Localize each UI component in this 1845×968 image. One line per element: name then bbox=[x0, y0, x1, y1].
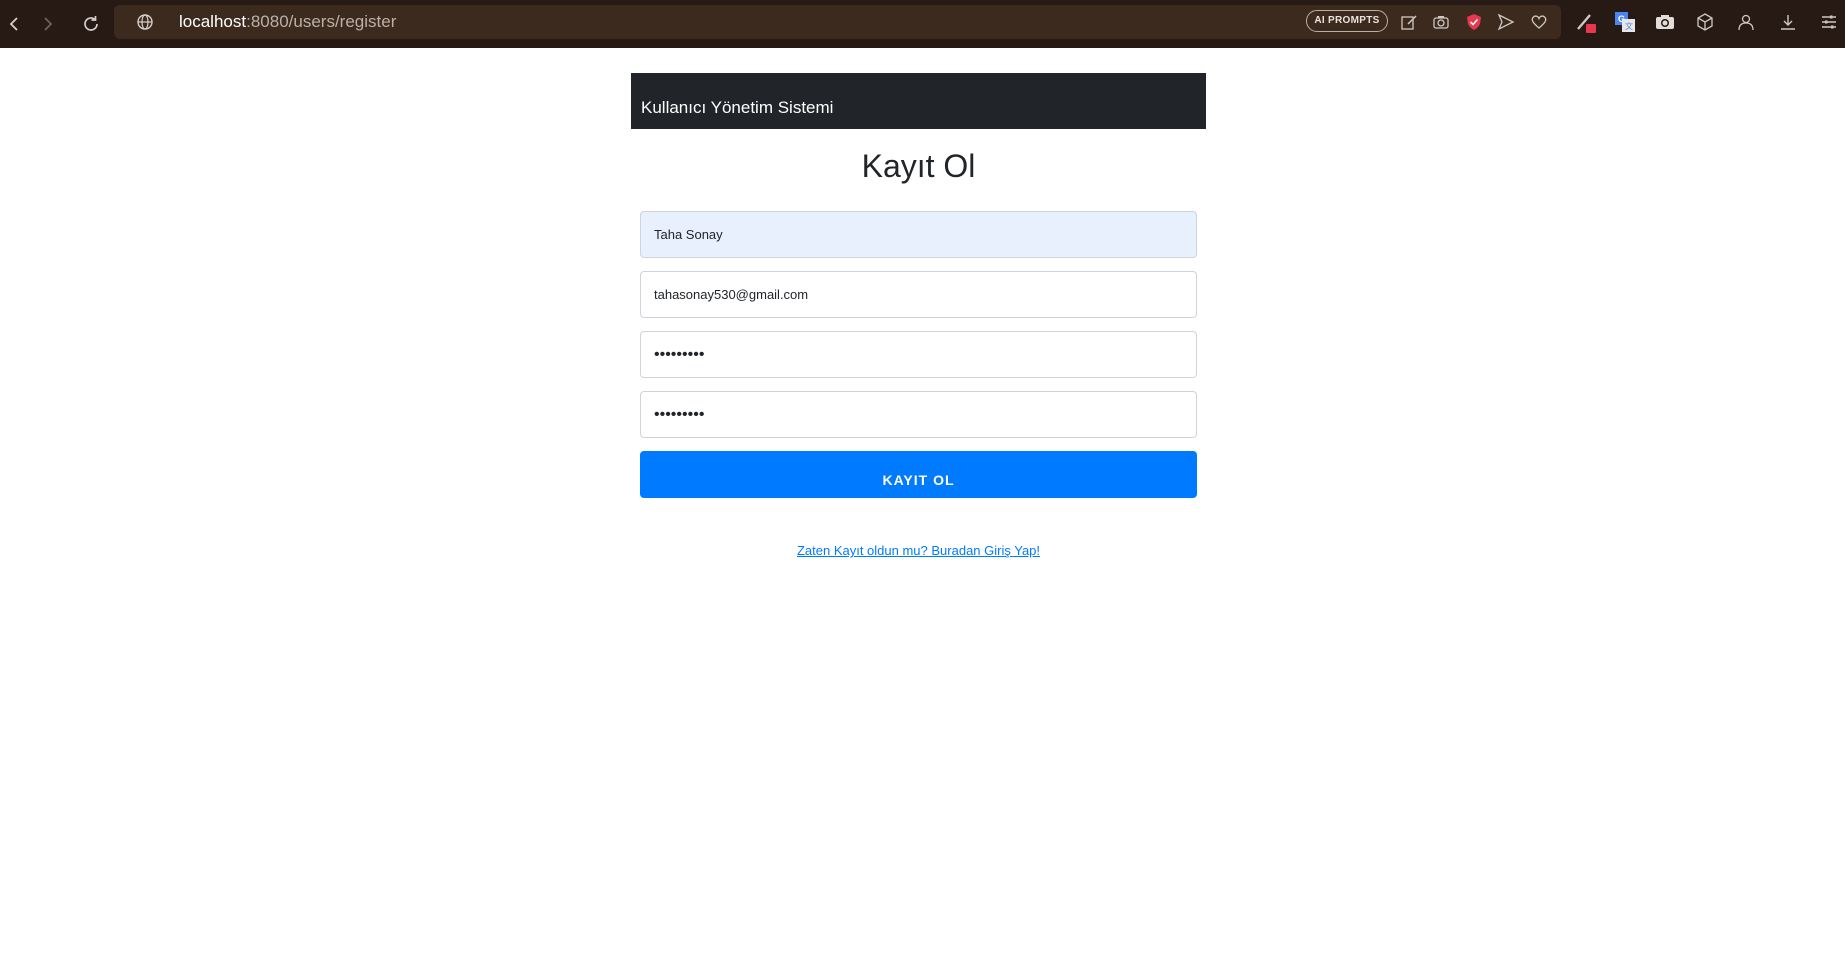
register-button[interactable]: KAYIT OL bbox=[640, 451, 1197, 498]
browser-toolbar: localhost:8080/users/register AI PROMPTS… bbox=[0, 0, 1845, 48]
password-input[interactable] bbox=[640, 331, 1197, 378]
profile-icon[interactable] bbox=[1735, 11, 1757, 33]
url-text: localhost:8080/users/register bbox=[179, 12, 397, 31]
translate-icon[interactable]: G文 bbox=[1614, 11, 1636, 33]
email-input[interactable] bbox=[640, 271, 1197, 318]
forward-arrow-icon[interactable] bbox=[34, 10, 62, 38]
back-arrow-icon[interactable] bbox=[0, 10, 28, 38]
extension-pen-icon[interactable] bbox=[1575, 11, 1597, 33]
app-navbar: Kullanıcı Yönetim Sistemi bbox=[631, 73, 1206, 129]
shield-icon[interactable] bbox=[1463, 11, 1485, 33]
send-icon[interactable] bbox=[1495, 11, 1517, 33]
globe-icon bbox=[136, 13, 154, 31]
download-icon[interactable] bbox=[1777, 11, 1799, 33]
svg-text:文: 文 bbox=[1625, 21, 1633, 31]
menu-icon[interactable] bbox=[1818, 11, 1840, 33]
navbar-brand[interactable]: Kullanıcı Yönetim Sistemi bbox=[641, 98, 833, 118]
camera-icon[interactable] bbox=[1430, 11, 1452, 33]
page-title: Kayıt Ol bbox=[861, 148, 976, 184]
confirm-password-input[interactable] bbox=[640, 391, 1197, 438]
edit-icon[interactable] bbox=[1398, 11, 1420, 33]
name-input[interactable] bbox=[640, 211, 1197, 258]
screenshot-icon[interactable] bbox=[1654, 11, 1676, 33]
heart-icon[interactable] bbox=[1528, 11, 1550, 33]
cube-icon[interactable] bbox=[1694, 11, 1716, 33]
login-link[interactable]: Zaten Kayıt oldun mu? Buradan Giriş Yap! bbox=[631, 543, 1206, 558]
ai-prompts-button[interactable]: AI PROMPTS bbox=[1306, 10, 1388, 32]
reload-icon[interactable] bbox=[77, 10, 105, 38]
